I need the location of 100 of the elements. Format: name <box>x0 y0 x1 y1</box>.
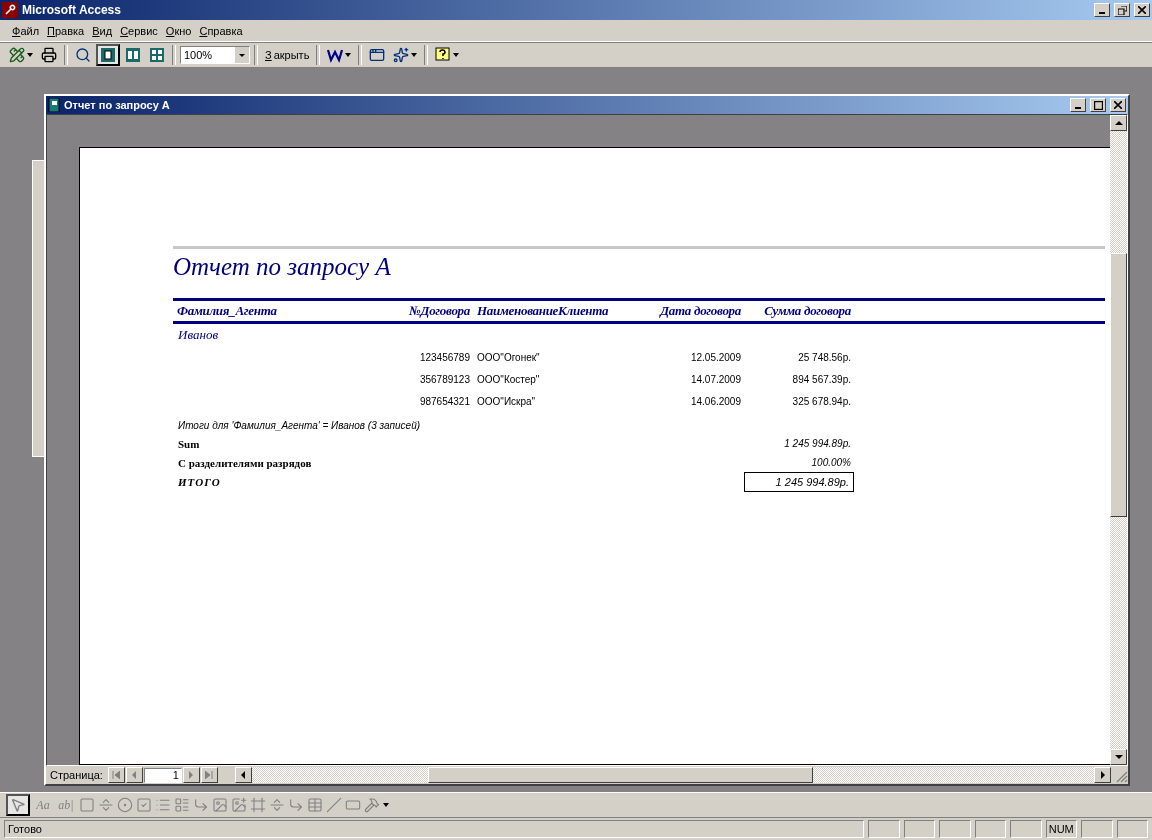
left-arrow-icon <box>130 771 139 779</box>
radio-icon[interactable] <box>117 797 133 813</box>
status-panel <box>1116 820 1148 838</box>
app-key-icon <box>2 2 18 18</box>
menu-item[interactable]: Правка <box>43 24 89 37</box>
status-panel <box>868 820 900 838</box>
table-cell-text: 14.07.2009 <box>689 373 742 385</box>
total-value: 1 245 994.89р. <box>783 438 852 449</box>
last-page-button[interactable] <box>200 767 218 783</box>
caret-icon <box>27 53 33 57</box>
vertical-scrollbar[interactable] <box>1110 115 1127 765</box>
last-page-icon <box>205 771 214 779</box>
scroll-thumb[interactable] <box>427 767 813 783</box>
previous-page-button[interactable] <box>125 767 143 783</box>
report-icon <box>48 98 60 112</box>
group-summary: Итоги для 'Фамилия_Агента' = Иванов (3 записей) <box>178 420 421 431</box>
one-page-button[interactable] <box>96 44 120 66</box>
total-label: ИТОГО <box>177 476 222 488</box>
four-pages-icon <box>149 47 165 63</box>
right-arrow-icon <box>1098 771 1107 779</box>
table-cell-text: ООО"Костер" <box>476 373 541 385</box>
menu-item[interactable]: Сервис <box>116 24 162 37</box>
check-box-icon[interactable] <box>136 797 152 813</box>
close-icon <box>1114 101 1122 109</box>
total-label: С разделителями разрядов <box>177 456 313 469</box>
table-cell-text: ООО"Искра" <box>476 395 537 407</box>
status-panel <box>974 820 1007 838</box>
down-arrow-icon <box>1114 753 1123 761</box>
right-arrow-icon <box>187 771 196 779</box>
caret-icon <box>453 53 460 57</box>
minimize-button[interactable] <box>1094 3 1110 17</box>
table-cell-text: 325 678.94р. <box>791 395 852 407</box>
table-cell-text: 14.06.2009 <box>689 395 742 407</box>
help-icon <box>435 47 452 63</box>
total-value: 1 245 994.89р. <box>744 472 854 492</box>
sparkle-icon <box>393 47 410 63</box>
status-panel <box>1081 820 1113 838</box>
window-title: Microsoft Access <box>22 3 122 17</box>
group-heading: Иванов <box>178 327 219 342</box>
column-header: Сумма договора <box>763 303 852 319</box>
up-arrow-icon <box>1114 119 1123 127</box>
zoom-dropdown[interactable]: 100% <box>180 46 250 64</box>
scroll-right-button[interactable] <box>1094 767 1111 783</box>
hammer-icon[interactable] <box>364 797 380 813</box>
minimize-button[interactable] <box>1070 98 1086 112</box>
first-page-icon <box>112 771 121 779</box>
first-page-button[interactable] <box>107 767 125 783</box>
table-cell-text: 25 748.56р. <box>797 351 852 363</box>
report-title: Отчет по запросу А <box>173 253 391 280</box>
table-cell-text: 894 567.39р. <box>791 373 852 385</box>
caret-icon <box>411 53 418 57</box>
restore-button[interactable] <box>1114 3 1130 17</box>
close-button[interactable] <box>1110 98 1126 112</box>
close-button[interactable] <box>1134 3 1150 17</box>
caret-icon <box>345 53 352 57</box>
w-logo-icon <box>327 47 344 63</box>
restore-icon <box>1117 5 1127 15</box>
two-pages-icon <box>125 47 141 63</box>
scroll-down-button[interactable] <box>1110 749 1127 765</box>
pencil-ruler-icon <box>9 47 25 63</box>
horizontal-scrollbar[interactable] <box>234 767 1111 783</box>
status-indicator: NUM <box>1045 820 1077 838</box>
column-header: №Договора <box>408 303 471 319</box>
total-value: 100.00% <box>810 457 852 468</box>
menu-item[interactable]: Вид <box>88 24 117 37</box>
table-cell-text: ООО"Огонек" <box>476 351 541 363</box>
pointer-icon <box>10 797 26 813</box>
window-icon <box>369 47 386 63</box>
magnifier-icon <box>75 47 91 63</box>
one-page-icon <box>100 47 116 63</box>
window-title: Отчет по запросу А <box>64 99 171 111</box>
next-page-button[interactable] <box>182 767 200 783</box>
toggle-icon[interactable] <box>98 797 114 813</box>
page-label: Страница: <box>50 769 103 781</box>
maximize-icon <box>1093 100 1103 110</box>
scroll-left-button[interactable] <box>234 767 252 783</box>
column-header: НаименованиеКлиента <box>476 303 610 319</box>
table-cell-text: 12.05.2009 <box>689 351 742 363</box>
close-icon <box>1138 6 1146 14</box>
column-header: Дата договора <box>658 303 742 319</box>
close-preview-button[interactable]: Закрыть <box>262 44 313 66</box>
menu-item[interactable]: Окно <box>161 24 196 37</box>
page-number-field[interactable]: 1 <box>143 767 182 783</box>
table-cell-text: 123456789 <box>418 351 471 363</box>
column-header: Фамилия_Агента <box>176 303 278 319</box>
status-panel <box>903 820 936 838</box>
status-panel <box>939 820 971 838</box>
select-objects-button[interactable] <box>6 794 30 816</box>
table-cell-text: 987654321 <box>418 395 471 407</box>
printer-icon <box>41 47 57 63</box>
total-label: Sum <box>177 437 201 450</box>
scroll-thumb[interactable] <box>1110 253 1127 517</box>
status-panel <box>1010 820 1042 838</box>
maximize-button[interactable] <box>1090 98 1106 112</box>
menu-item[interactable]: Файл <box>8 24 44 37</box>
left-arrow-icon <box>239 771 248 779</box>
table-cell-text: 356789123 <box>418 373 471 385</box>
menu-item[interactable]: Справка <box>195 24 247 37</box>
scroll-up-button[interactable] <box>1110 115 1127 131</box>
status-text: Готово <box>4 820 865 838</box>
